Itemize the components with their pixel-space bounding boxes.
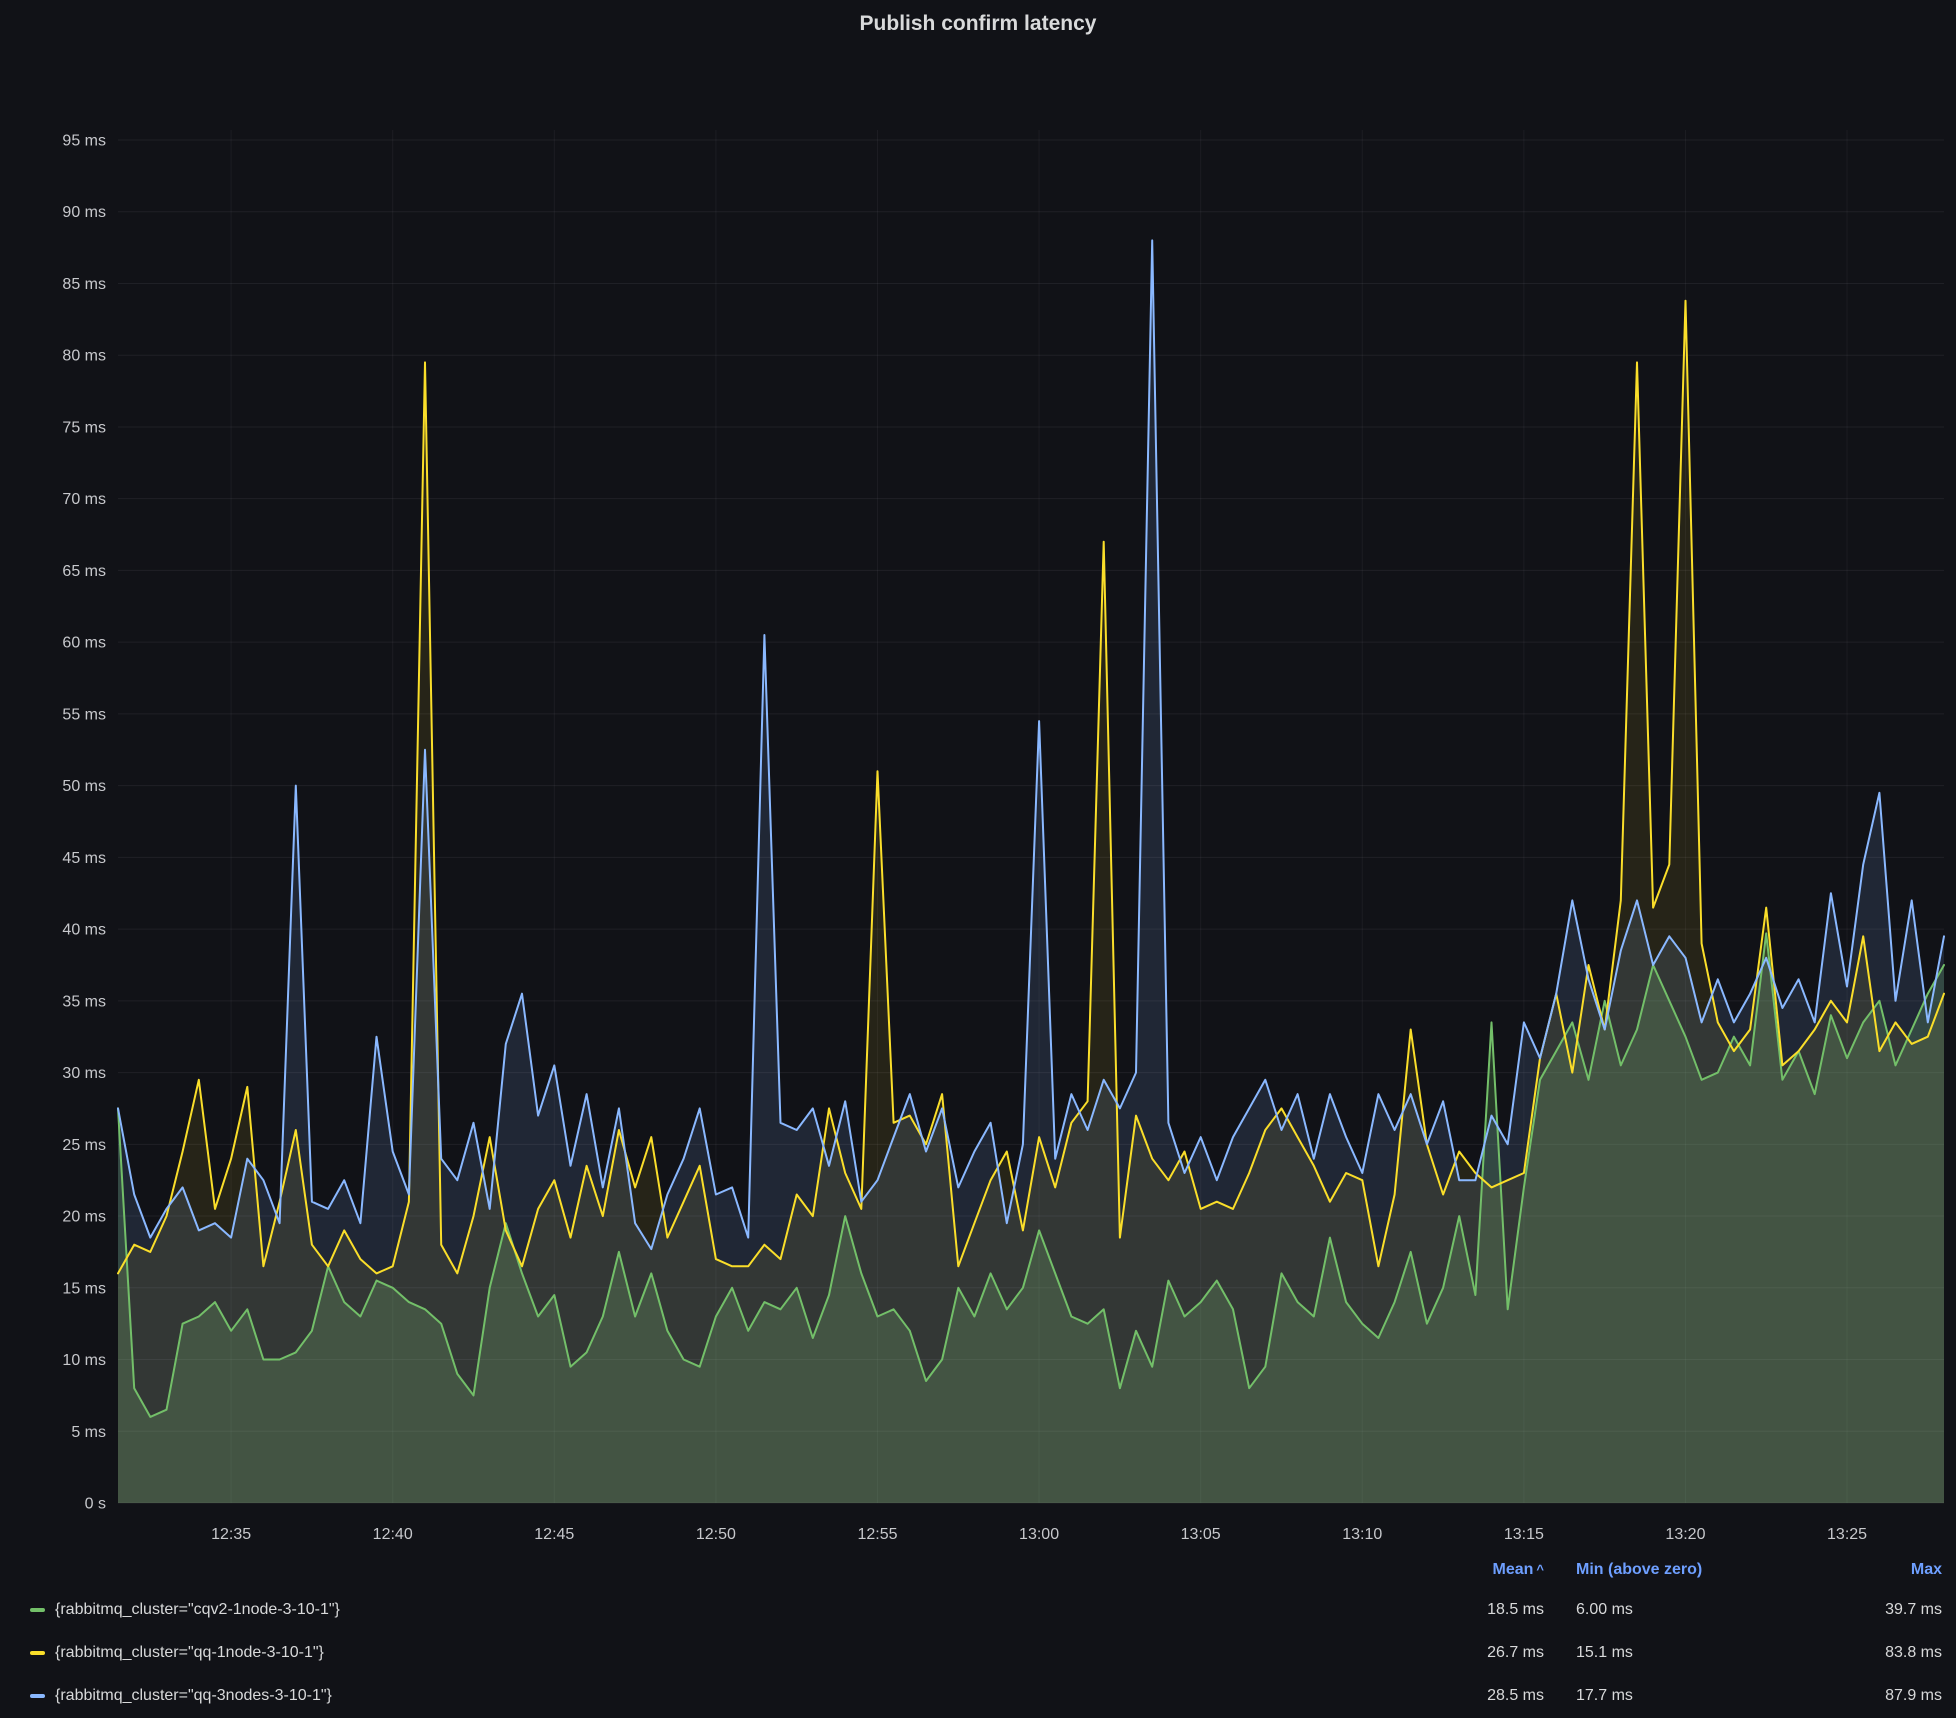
sort-caret-icon: ^ [1536,1562,1544,1577]
series-mean-value: 26.7 ms [1434,1644,1544,1662]
legend-header-mean[interactable]: Mean^ [1434,1561,1544,1579]
svg-text:80 ms: 80 ms [62,348,106,365]
svg-text:12:50: 12:50 [696,1526,736,1543]
series-max-value: 83.8 ms [1822,1644,1942,1662]
svg-text:35 ms: 35 ms [62,993,106,1010]
series-min-value: 15.1 ms [1568,1644,1798,1662]
series-mean-value: 18.5 ms [1434,1601,1544,1619]
svg-text:13:20: 13:20 [1665,1526,1705,1543]
svg-text:55 ms: 55 ms [62,706,106,723]
legend-header-min[interactable]: Min (above zero) [1568,1561,1798,1579]
svg-text:10 ms: 10 ms [62,1352,106,1369]
legend: Mean^ Min (above zero) Max {rabbitmq_clu… [0,1552,1956,1717]
series-label[interactable]: {rabbitmq_cluster="qq-1node-3-10-1"} [55,1644,324,1662]
y-axis-labels: 0 s 5 ms 10 ms 15 ms 20 ms 25 ms 30 ms 35 ms 40 … [62,133,106,1513]
series-mean-value: 28.5 ms [1434,1687,1544,1705]
legend-row: {rabbitmq_cluster="qq-1node-3-10-1"} 26.… [0,1631,1956,1674]
svg-text:12:55: 12:55 [857,1526,897,1543]
svg-text:45 ms: 45 ms [62,850,106,867]
series-max-value: 87.9 ms [1822,1687,1942,1705]
svg-text:95 ms: 95 ms [62,133,106,150]
series-color-marker [30,1651,45,1655]
svg-text:5 ms: 5 ms [71,1424,106,1441]
timeseries-chart: 0 s 5 ms 10 ms 15 ms 20 ms 25 ms 30 ms 35 ms 40 … [0,0,1956,1546]
series-areas [118,240,1944,1503]
svg-text:25 ms: 25 ms [62,1137,106,1154]
svg-text:65 ms: 65 ms [62,563,106,580]
svg-text:85 ms: 85 ms [62,276,106,293]
svg-text:90 ms: 90 ms [62,204,106,221]
svg-text:20 ms: 20 ms [62,1209,106,1226]
legend-rows: {rabbitmq_cluster="cqv2-1node-3-10-1"} 1… [0,1588,1956,1717]
svg-text:60 ms: 60 ms [62,635,106,652]
svg-text:30 ms: 30 ms [62,1065,106,1082]
svg-text:12:35: 12:35 [211,1526,251,1543]
svg-text:40 ms: 40 ms [62,922,106,939]
svg-text:50 ms: 50 ms [62,778,106,795]
svg-text:15 ms: 15 ms [62,1280,106,1297]
svg-text:12:40: 12:40 [373,1526,413,1543]
svg-text:13:10: 13:10 [1342,1526,1382,1543]
svg-text:13:00: 13:00 [1019,1526,1059,1543]
series-min-value: 17.7 ms [1568,1687,1798,1705]
svg-text:13:05: 13:05 [1181,1526,1221,1543]
svg-text:13:15: 13:15 [1504,1526,1544,1543]
series-color-marker [30,1608,45,1612]
series-max-value: 39.7 ms [1822,1601,1942,1619]
panel-title[interactable]: Publish confirm latency [0,12,1956,36]
series-label[interactable]: {rabbitmq_cluster="qq-3nodes-3-10-1"} [55,1687,332,1705]
series-color-marker [30,1694,45,1698]
legend-header-max[interactable]: Max [1822,1561,1942,1579]
series-min-value: 6.00 ms [1568,1601,1798,1619]
legend-header: Mean^ Min (above zero) Max [0,1552,1956,1588]
series-label[interactable]: {rabbitmq_cluster="cqv2-1node-3-10-1"} [55,1601,340,1619]
svg-text:13:25: 13:25 [1827,1526,1867,1543]
svg-text:75 ms: 75 ms [62,419,106,436]
x-axis-labels: 12:35 12:40 12:45 12:50 12:55 13:00 13:05 13:10… [211,1526,1867,1543]
svg-text:70 ms: 70 ms [62,491,106,508]
svg-text:0 s: 0 s [85,1496,106,1513]
grafana-panel: Publish confirm latency 0 s 5 ms 10 ms 15 m… [0,0,1956,1718]
legend-row: {rabbitmq_cluster="qq-3nodes-3-10-1"} 28… [0,1674,1956,1717]
svg-text:12:45: 12:45 [534,1526,574,1543]
legend-header-mean-label: Mean [1493,1561,1534,1578]
legend-row: {rabbitmq_cluster="cqv2-1node-3-10-1"} 1… [0,1588,1956,1631]
